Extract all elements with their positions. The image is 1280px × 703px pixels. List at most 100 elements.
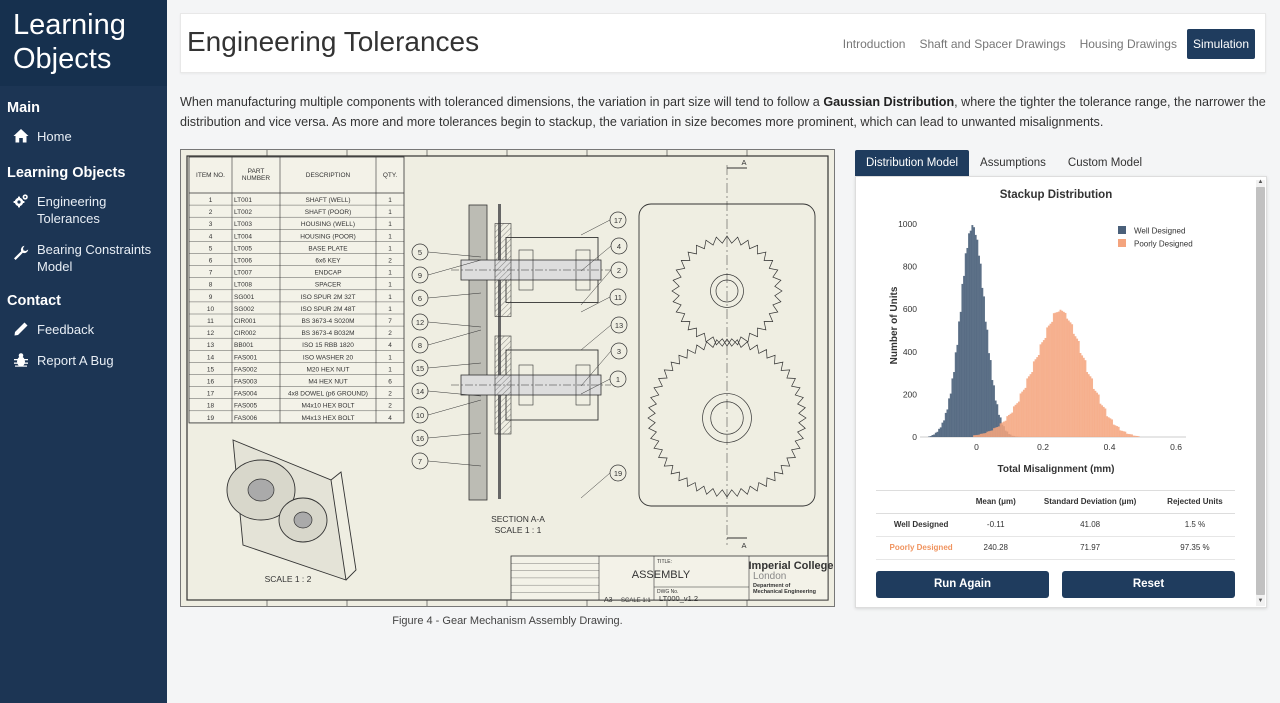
histogram-bar: [1086, 372, 1089, 437]
histogram-bar: [1056, 312, 1059, 437]
histogram-bar: [971, 225, 974, 437]
nav-housing[interactable]: Housing Drawings: [1073, 30, 1184, 58]
histogram-bar: [988, 353, 990, 437]
sidebar-item-engineering-tolerances[interactable]: Engineering Tolerances: [0, 187, 167, 235]
bom-cell: 1: [388, 366, 392, 373]
histogram-bar: [986, 431, 989, 437]
balloon-label: 16: [416, 434, 424, 443]
bom-cell: 1: [209, 197, 213, 204]
balloon-label: 4: [617, 242, 621, 251]
histogram-bar: [1081, 355, 1084, 437]
page-title: Engineering Tolerances: [187, 26, 480, 57]
histogram-bar: [1111, 419, 1113, 437]
tab-assumptions[interactable]: Assumptions: [969, 150, 1057, 176]
bom-cell: 12: [207, 330, 215, 337]
histogram-bar: [969, 230, 972, 437]
histogram-bar: [1114, 425, 1117, 437]
histogram-bar: [951, 378, 954, 437]
row-label-well: Well Designed: [876, 513, 967, 537]
bom-cell: LT001: [234, 197, 252, 204]
histogram-bar: [1096, 392, 1099, 437]
histogram-bar: [1112, 424, 1115, 437]
balloon-label: 5: [418, 248, 422, 257]
histogram-bar: [933, 434, 936, 437]
scroll-up-arrow-icon[interactable]: ▲: [1257, 179, 1264, 186]
tab-custom-model[interactable]: Custom Model: [1057, 150, 1153, 176]
histogram-bar: [1094, 390, 1097, 437]
balloon-label: 1: [616, 375, 620, 384]
nav-simulation[interactable]: Simulation: [1186, 29, 1255, 59]
histogram-bar: [934, 432, 937, 437]
table-row: Poorly Designed 240.28 71.97 97.35 %: [876, 536, 1235, 560]
stats-header-blank: [876, 490, 967, 514]
tab-distribution-model[interactable]: Distribution Model: [855, 150, 970, 176]
leader-line: [580, 219, 611, 236]
bom-cell: 19: [207, 415, 215, 422]
scroll-down-arrow-icon[interactable]: ▼: [1257, 598, 1264, 605]
sidebar-item-report-bug[interactable]: Report A Bug: [0, 346, 167, 377]
sidebar-item-home[interactable]: Home: [0, 122, 167, 153]
bom-header: QTY.: [383, 172, 398, 179]
bom-cell: 7: [388, 318, 392, 325]
sidebar-item-feedback[interactable]: Feedback: [0, 315, 167, 346]
bom-cell: 1: [388, 245, 392, 252]
histogram-bar: [944, 412, 947, 437]
legend-label: Well Designed: [1134, 227, 1185, 236]
scrollbar-thumb[interactable]: [1256, 187, 1265, 595]
histogram-bar: [1049, 323, 1052, 437]
nav-shaft-spacer[interactable]: Shaft and Spacer Drawings: [912, 30, 1072, 58]
cell-mean: -0.11: [966, 513, 1026, 537]
histogram-bar: [1136, 435, 1138, 437]
histogram-bar: [989, 430, 992, 437]
run-again-button[interactable]: Run Again: [876, 571, 1049, 598]
tb-size: A3: [604, 597, 613, 604]
histogram-bar: [949, 393, 952, 437]
histogram-bar: [948, 398, 951, 437]
bom-cell: 4x8 DOWEL (p6 GROUND): [288, 391, 368, 398]
tb-title: ASSEMBLY: [632, 569, 691, 581]
pencil-icon: [13, 321, 29, 337]
iso-scale-label: SCALE 1 : 2: [265, 574, 312, 584]
bom-cell: FAS004: [234, 391, 258, 398]
bom-cell: HOUSING (POOR): [300, 233, 356, 240]
histogram-bar: [1067, 320, 1070, 437]
balloon-label: 17: [614, 216, 622, 225]
histogram-bar: [1127, 433, 1130, 437]
stats-header-mean: Mean (μm): [966, 490, 1026, 514]
histogram-bar: [1003, 421, 1005, 437]
section-view: [451, 204, 611, 501]
bom-cell: 14: [207, 354, 215, 361]
balloon-label: 8: [418, 341, 422, 350]
section-scale-label: SCALE 1 : 1: [495, 525, 542, 535]
histogram-bar: [976, 239, 979, 437]
histogram-bar: [1134, 435, 1137, 437]
histogram-bar: [936, 431, 939, 437]
histogram-bar: [993, 428, 995, 437]
bom-cell: 11: [207, 318, 214, 325]
histogram-bar: [939, 427, 942, 437]
balloon-label: 13: [615, 321, 623, 330]
bom-cell: 5: [209, 245, 213, 252]
histogram-bar: [1104, 408, 1107, 437]
sidebar-item-bearing-constraints[interactable]: Bearing Constraints Model: [0, 235, 167, 283]
tb-dwg: LT000_v1.2: [659, 594, 698, 603]
histogram-bar: [1132, 435, 1135, 437]
assembly-drawing: ITEM NO. PART NUMBER DESCRIPTION QTY. 1 LT001 S…: [180, 149, 835, 607]
balloon-label: 10: [416, 411, 424, 420]
bom-cell: 3: [209, 221, 213, 228]
bom-cell: 1: [388, 294, 392, 301]
bom-cell: LT004: [234, 233, 252, 240]
sidebar-item-label: Engineering Tolerances: [37, 194, 107, 226]
histogram-bar: [938, 428, 941, 437]
home-icon: [13, 128, 29, 144]
nav-introduction[interactable]: Introduction: [836, 30, 913, 58]
brand-title[interactable]: Learning Objects: [0, 0, 167, 86]
histogram-bar: [1116, 426, 1118, 437]
histogram-bar: [1066, 318, 1069, 437]
bom-cell: 2: [388, 330, 392, 337]
histogram-bar: [1047, 325, 1050, 437]
bom-cell: 8: [209, 282, 213, 289]
bom-header: ITEM NO.: [196, 172, 225, 179]
histogram-bar: [1041, 342, 1044, 437]
reset-button[interactable]: Reset: [1062, 571, 1235, 598]
